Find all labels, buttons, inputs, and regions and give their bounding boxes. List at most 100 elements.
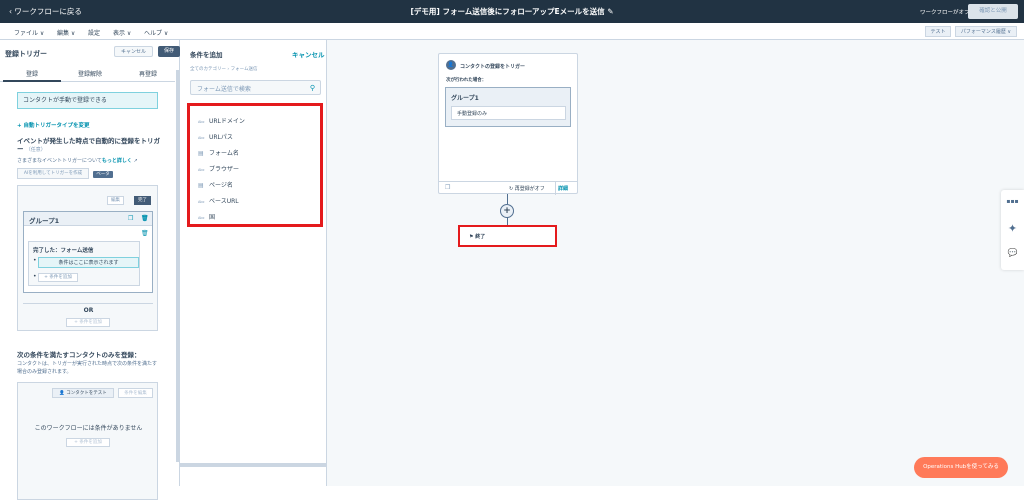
grid-icon[interactable]: ▪▪▪ (1001, 198, 1024, 205)
text-type-icon: Abc (198, 216, 205, 220)
trigger-when-label: 次が行われた場合： (446, 78, 487, 83)
menu-view[interactable]: 表示 ∨ (113, 28, 131, 37)
pencil-icon[interactable]: ✎ (607, 7, 613, 16)
beta-badge: ベータ (93, 171, 113, 178)
list-item[interactable]: ▤ ページ名 (198, 180, 233, 189)
workflow-title[interactable]: [デモ用] フォーム送信後にフォローアップEメールを送信 ✎ (0, 6, 1024, 17)
bullet-icon: • (33, 273, 37, 280)
list-item[interactable]: ▤ フォーム名 (198, 148, 239, 157)
change-trigger-link[interactable]: + 自動トリガータイプを変更 (17, 121, 90, 129)
end-text: 終了 (475, 234, 486, 240)
menu-settings[interactable]: 設定 (88, 28, 100, 37)
cancel-button[interactable]: キャンセル (114, 46, 153, 57)
menu-file[interactable]: ファイル ∨ (14, 28, 44, 37)
cancel-link[interactable]: キャンセル (292, 49, 325, 59)
menu-help[interactable]: ヘルプ ∨ (144, 28, 168, 37)
group-title: グループ1 (29, 217, 60, 225)
copy-icon[interactable]: ❐ (445, 184, 450, 191)
list-item-label: URLドメイン (209, 118, 245, 125)
chat-icon[interactable]: 💬 (1001, 248, 1024, 257)
trigger-group-box: 編集 完了 グループ1 ❐ 🗑 🗑 完了した：フォーム送信 • 条件はここに表示… (17, 185, 158, 331)
test-contact-button[interactable]: 👤 コンタクトをテスト (52, 388, 114, 398)
performance-history-button[interactable]: パフォーマンス履歴 ∨ (955, 26, 1017, 37)
list-item[interactable]: Abc 国 (198, 212, 215, 221)
flag-icon: ⚑ (469, 234, 474, 240)
edit-button[interactable]: 編集 (107, 196, 124, 205)
workflow-canvas[interactable]: 👤 コンタクトの登録をトリガー 次が行われた場合： グループ1 手動登録のみ ❐… (327, 40, 1024, 486)
search-input[interactable]: フォーム送信で検索 ⚲ (190, 80, 321, 95)
list-item-label: URLパス (209, 134, 233, 141)
right-sidebar: ▪▪▪ ✦ 💬 (1001, 190, 1024, 270)
edit-conditions-button[interactable]: 条件を編集 (118, 388, 153, 398)
breadcrumb[interactable]: 全てのカテゴリー › フォーム送信 (190, 66, 258, 72)
add-condition-button[interactable]: + 条件を追加 (66, 318, 110, 327)
test-button[interactable]: テスト (925, 26, 951, 37)
contact-icon: 👤 (446, 60, 456, 70)
list-type-icon: ▤ (198, 150, 204, 157)
criteria-title: 次の条件を満たすコンタクトのみを登録： (17, 351, 141, 359)
panel-title: 登録トリガー (5, 50, 47, 58)
review-publish-button[interactable]: 確認と公開 (968, 4, 1018, 19)
test-contact-label: コンタクトをテスト (66, 391, 107, 396)
trash-icon[interactable]: 🗑 (141, 230, 149, 237)
details-link[interactable]: 詳細 (558, 185, 568, 192)
condition-title: 完了した：フォーム送信 (33, 248, 94, 254)
workflow-status: ワークフローがオフ (920, 10, 970, 16)
enrollment-trigger-panel: 登録トリガー キャンセル 保存 登録 登録解除 再登録 コンタクトが手動で登録で… (0, 40, 180, 500)
add-action-button[interactable]: + (500, 204, 514, 218)
done-button[interactable]: 完了 (134, 196, 151, 205)
criteria-box: 👤 コンタクトをテスト 条件を編集 このワークフローには条件がありません + 条… (17, 382, 158, 500)
text-type-icon: Abc (198, 200, 205, 204)
list-item-label: フォーム名 (209, 150, 239, 157)
list-item[interactable]: Abc ベースURL (198, 196, 239, 205)
criteria-description: コンタクトは、トリガーが実行された時点で次の条件を満たす場合のみ登録されます。 (17, 361, 158, 375)
group-header: グループ1 ❐ 🗑 (24, 212, 152, 226)
text-type-icon: Abc (198, 136, 205, 140)
manual-enroll-option[interactable]: コンタクトが手動で登録できる (17, 92, 158, 109)
tab-enroll[interactable]: 登録 (3, 69, 61, 82)
sparkle-icon[interactable]: ✦ (1001, 222, 1024, 235)
tab-unenroll[interactable]: 登録解除 (61, 69, 119, 78)
divider (555, 182, 556, 195)
no-conditions-text: このワークフローには条件がありません (34, 425, 143, 432)
connector-line (507, 194, 508, 204)
save-button[interactable]: 保存 (158, 46, 180, 57)
search-icon[interactable]: ⚲ (310, 84, 315, 92)
horizontal-scrollbar[interactable] (180, 463, 327, 467)
trigger-card[interactable]: 👤 コンタクトの登録をトリガー 次が行われた場合： グループ1 手動登録のみ ❐… (438, 53, 578, 195)
text-type-icon: Abc (198, 120, 205, 124)
optional-label: （任意） (25, 147, 46, 153)
tab-reenroll[interactable]: 再登録 (119, 69, 177, 78)
add-filter-button[interactable]: + 条件を追加 (38, 273, 78, 282)
event-trigger-heading: イベントが発生した時点で自動的に登録をトリガー （任意） (17, 137, 161, 154)
learn-more-link[interactable]: もっと詳しく (102, 158, 132, 164)
add-condition-title: 条件を追加 (190, 51, 223, 59)
or-divider (23, 303, 153, 304)
reenroll-status[interactable]: ↻ 再登録がオフ (509, 185, 545, 192)
operations-hub-button[interactable]: Operations Hubを使ってみる (914, 457, 1008, 478)
top-bar: ‹ ワークフローに戻る [デモ用] フォーム送信後にフォローアップEメールを送信… (0, 0, 1024, 23)
or-label: OR (83, 307, 94, 314)
event-trigger-subtext: さまざまなイベントトリガーについてもっと詳しく ↗ (17, 157, 138, 164)
list-item-label: ベースURL (209, 198, 239, 205)
search-placeholder: フォーム送信で検索 (197, 86, 251, 93)
trash-icon[interactable]: 🗑 (141, 215, 149, 222)
list-item-label: ブラウザー (209, 166, 240, 173)
list-item[interactable]: Abc ブラウザー (198, 164, 239, 173)
end-node[interactable]: ⚑ 終了 (458, 225, 557, 247)
list-item[interactable]: Abc URLドメイン (198, 116, 245, 125)
trigger-card-footer: ❐ ↻ 再登録がオフ 詳細 (439, 181, 577, 195)
list-item-label: 国 (209, 214, 216, 221)
bullet-icon: • (33, 257, 37, 264)
menu-edit[interactable]: 編集 ∨ (57, 28, 75, 37)
ai-create-trigger-button[interactable]: AIを利用してトリガーを作成 (17, 168, 89, 179)
copy-icon[interactable]: ❐ (128, 215, 133, 222)
add-condition-panel: 条件を追加 キャンセル 全てのカテゴリー › フォーム送信 フォーム送信で検索 ⚲… (180, 40, 327, 486)
list-item[interactable]: Abc URLパス (198, 132, 233, 141)
property-list: Abc URLドメイン Abc URLパス ▤ フォーム名 Abc ブラウザー ▤ ページ… (187, 103, 323, 227)
add-condition-button-2[interactable]: + 条件を追加 (66, 438, 110, 447)
trigger-group-value: 手動登録のみ (451, 106, 566, 120)
event-sub-text: さまざまなイベントトリガーについて (17, 158, 102, 164)
list-item-label: ページ名 (209, 182, 233, 189)
external-link-icon[interactable]: ↗ (133, 158, 137, 164)
